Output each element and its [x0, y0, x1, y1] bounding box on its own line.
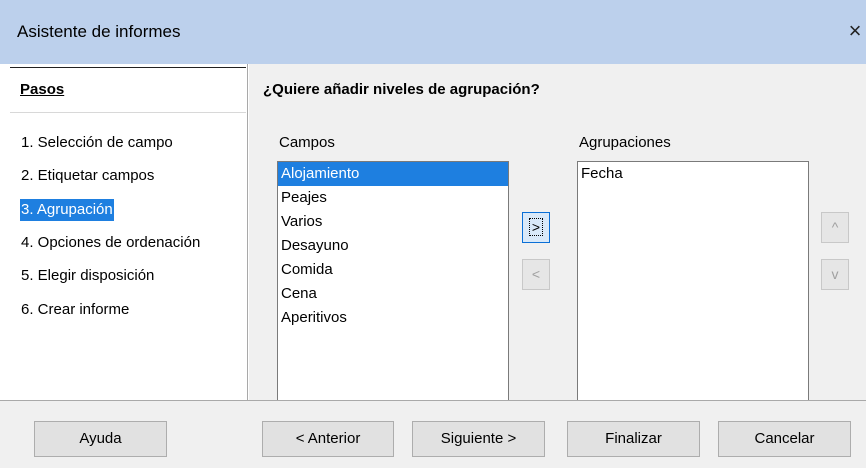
step-item-choose-layout[interactable]: 5. Elegir disposición — [20, 265, 155, 287]
groupings-listbox[interactable]: Fecha — [577, 161, 809, 405]
cancel-button[interactable]: Cancelar — [718, 421, 851, 457]
list-item[interactable]: Desayuno — [278, 234, 508, 258]
step-item-create-report[interactable]: 6. Crear informe — [20, 299, 130, 321]
close-icon[interactable]: × — [844, 14, 866, 48]
steps-top-divider — [10, 67, 246, 68]
back-button[interactable]: < Anterior — [262, 421, 394, 457]
add-grouping-label: > — [528, 218, 544, 236]
list-item[interactable]: Cena — [278, 282, 508, 306]
step-item-grouping[interactable]: 3. Agrupación — [20, 199, 114, 221]
list-item[interactable]: Peajes — [278, 186, 508, 210]
next-button[interactable]: Siguiente > — [412, 421, 545, 457]
step-item-label-fields[interactable]: 2. Etiquetar campos — [20, 165, 155, 187]
page-question: ¿Quiere añadir niveles de agrupación? — [263, 81, 540, 98]
steps-panel: Pasos 1. Selección de campo 2. Etiquetar… — [0, 64, 248, 400]
remove-grouping-button[interactable]: < — [522, 259, 550, 290]
list-item[interactable]: Aperitivos — [278, 306, 508, 330]
move-down-button[interactable]: v — [821, 259, 849, 290]
main-panel: ¿Quiere añadir niveles de agrupación? Ca… — [249, 64, 866, 405]
step-item-sort-options[interactable]: 4. Opciones de ordenación — [20, 232, 201, 254]
steps-heading: Pasos — [20, 81, 65, 98]
list-item[interactable]: Comida — [278, 258, 508, 282]
title-bar: Asistente de informes × — [0, 0, 866, 64]
footer-bar: Ayuda < Anterior Siguiente > Finalizar C… — [0, 400, 866, 468]
window-title: Asistente de informes — [17, 22, 181, 41]
add-grouping-button[interactable]: > — [522, 212, 550, 243]
list-item[interactable]: Varios — [278, 210, 508, 234]
fields-label: Campos — [279, 134, 335, 151]
help-button[interactable]: Ayuda — [34, 421, 167, 457]
list-item[interactable]: Alojamiento — [278, 162, 508, 186]
list-item[interactable]: Fecha — [578, 162, 808, 186]
fields-listbox[interactable]: Alojamiento Peajes Varios Desayuno Comid… — [277, 161, 509, 405]
steps-heading-divider — [10, 112, 246, 113]
finish-button[interactable]: Finalizar — [567, 421, 700, 457]
step-item-field-selection[interactable]: 1. Selección de campo — [20, 132, 174, 154]
move-up-button[interactable]: ^ — [821, 212, 849, 243]
groupings-label: Agrupaciones — [579, 134, 671, 151]
